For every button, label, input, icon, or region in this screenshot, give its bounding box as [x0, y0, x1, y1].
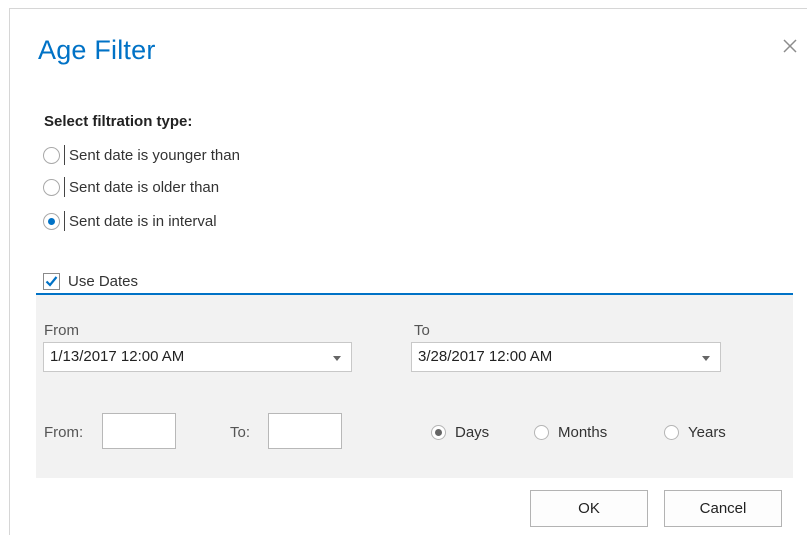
to-date-value: 3/28/2017 12:00 AM [418, 348, 553, 365]
radio-circle-days[interactable] [431, 424, 446, 440]
unit-label-years: Years [688, 423, 726, 441]
unit-label-days: Days [455, 423, 490, 441]
close-icon[interactable] [781, 37, 799, 55]
radio-circle-younger[interactable] [43, 146, 60, 164]
cancel-button[interactable]: Cancel [664, 490, 782, 527]
dialog-title: Age Filter [38, 35, 156, 65]
relative-from-input[interactable] [102, 413, 176, 449]
radio-circle-months[interactable] [534, 424, 549, 440]
unit-years[interactable]: Years [664, 421, 726, 443]
radio-label-older: Sent date is older than [69, 178, 220, 196]
focus-indicator [64, 177, 65, 197]
focus-indicator [64, 145, 65, 165]
radio-in-interval[interactable]: Sent date is in interval [43, 210, 217, 232]
radio-older-than[interactable]: Sent date is older than [43, 176, 219, 198]
checkmark-icon [45, 275, 58, 287]
to-date-select[interactable]: 3/28/2017 12:00 AM [411, 342, 721, 372]
close-button[interactable] [781, 37, 799, 55]
radio-circle-years[interactable] [664, 424, 679, 440]
use-dates-label: Use Dates [68, 272, 139, 290]
relative-from-label: From: [44, 424, 84, 441]
chevron-down-icon[interactable] [333, 356, 341, 361]
unit-days[interactable]: Days [431, 421, 489, 443]
unit-months[interactable]: Months [534, 421, 607, 443]
from-date-select[interactable]: 1/13/2017 12:00 AM [43, 342, 352, 372]
radio-label-interval: Sent date is in interval [69, 212, 217, 230]
focus-indicator [64, 211, 65, 231]
from-date-value: 1/13/2017 12:00 AM [50, 348, 185, 365]
chevron-down-icon[interactable] [702, 356, 710, 361]
radio-circle-older[interactable] [43, 178, 60, 196]
unit-label-months: Months [558, 423, 608, 441]
to-date-label: To [414, 322, 430, 339]
relative-to-input[interactable] [268, 413, 342, 449]
use-dates-checkbox-row[interactable]: Use Dates [43, 270, 138, 292]
radio-younger-than[interactable]: Sent date is younger than [43, 144, 240, 166]
radio-label-younger: Sent date is younger than [69, 146, 240, 164]
from-date-label: From [44, 322, 79, 339]
use-dates-checkbox[interactable] [43, 272, 60, 290]
filtration-type-heading: Select filtration type: [44, 113, 193, 130]
radio-circle-interval[interactable] [43, 212, 60, 230]
relative-to-label: To: [230, 424, 251, 441]
ok-button[interactable]: OK [530, 490, 648, 527]
